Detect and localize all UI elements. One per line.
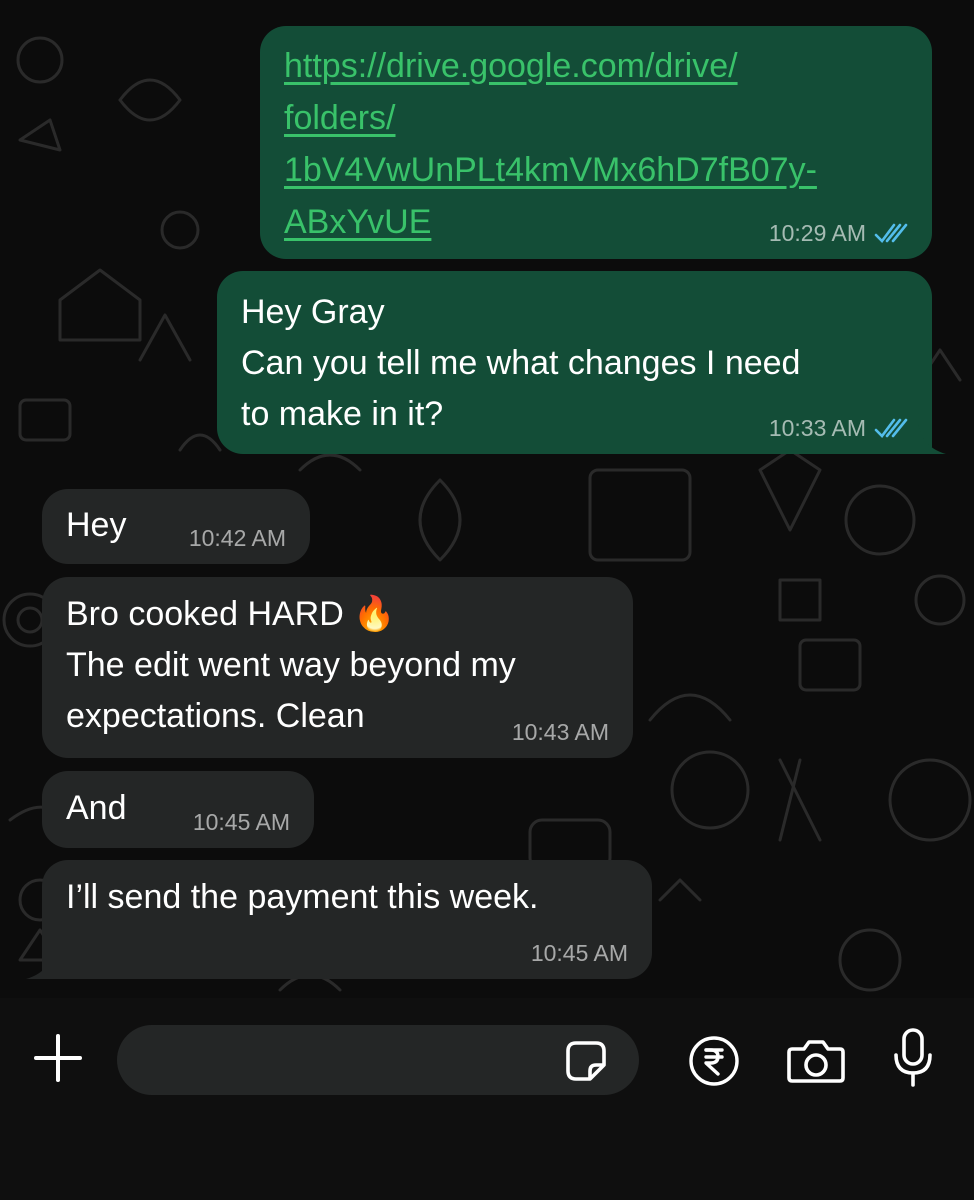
- message-meta: 10:42 AM: [189, 524, 286, 552]
- message-line: And: [66, 789, 127, 827]
- chat-area: https://drive.google.com/drive/ folders/…: [0, 0, 974, 998]
- message-line: The edit went way beyond my: [66, 646, 516, 684]
- message-line: Can you tell me what changes I need: [241, 344, 801, 382]
- voice-message-button[interactable]: [886, 1026, 940, 1090]
- message-time: 10:29 AM: [768, 220, 866, 246]
- message-input-container[interactable]: [117, 1025, 639, 1097]
- message-bubble-incoming[interactable]: I’ll send the payment this week. 10:45 A…: [42, 860, 652, 979]
- message-bubble-incoming[interactable]: And 10:45 AM: [42, 771, 314, 848]
- message-time: 10:43 AM: [511, 719, 609, 745]
- message-line: Bro cooked HARD 🔥: [66, 595, 396, 633]
- camera-icon: [787, 1040, 845, 1083]
- message-time: 10:45 AM: [530, 940, 628, 966]
- camera-button[interactable]: [784, 1033, 848, 1089]
- message-bubble-outgoing[interactable]: Hey Gray Can you tell me what changes I …: [217, 271, 932, 454]
- read-receipt-icon: [874, 418, 908, 438]
- sticker-icon: [566, 1041, 606, 1081]
- message-time: 10:33 AM: [768, 415, 866, 441]
- message-line: I’ll send the payment this week.: [66, 878, 539, 916]
- message-time: 10:42 AM: [188, 525, 286, 551]
- message-line: Hey Gray: [241, 293, 385, 331]
- rupee-payment-icon: [689, 1036, 739, 1086]
- message-meta: 10:29 AM: [769, 219, 908, 247]
- payment-button[interactable]: [686, 1033, 742, 1089]
- message-composer: [0, 998, 974, 1200]
- message-bubble-outgoing-link[interactable]: https://drive.google.com/drive/ folders/…: [260, 26, 932, 259]
- message-time: 10:45 AM: [192, 809, 290, 835]
- attach-button[interactable]: [28, 1028, 88, 1088]
- bubble-tail-outgoing: [918, 424, 946, 454]
- microphone-icon: [894, 1028, 932, 1087]
- drive-link[interactable]: https://drive.google.com/drive/ folders/…: [284, 40, 908, 248]
- message-meta: 10:43 AM: [512, 718, 609, 746]
- message-meta: 10:33 AM: [769, 414, 908, 442]
- message-meta: 10:45 AM: [193, 808, 290, 836]
- message-bubble-incoming[interactable]: Bro cooked HARD 🔥 The edit went way beyo…: [42, 577, 633, 758]
- message-line: Hey: [66, 506, 127, 544]
- read-receipt-icon: [874, 223, 908, 243]
- message-meta: 10:45 AM: [531, 939, 628, 967]
- sticker-button[interactable]: [561, 1036, 611, 1086]
- message-bubble-incoming[interactable]: Hey 10:42 AM: [42, 489, 310, 564]
- bubble-tail-incoming: [26, 949, 54, 979]
- message-input[interactable]: [141, 1025, 565, 1097]
- plus-icon: [34, 1034, 82, 1082]
